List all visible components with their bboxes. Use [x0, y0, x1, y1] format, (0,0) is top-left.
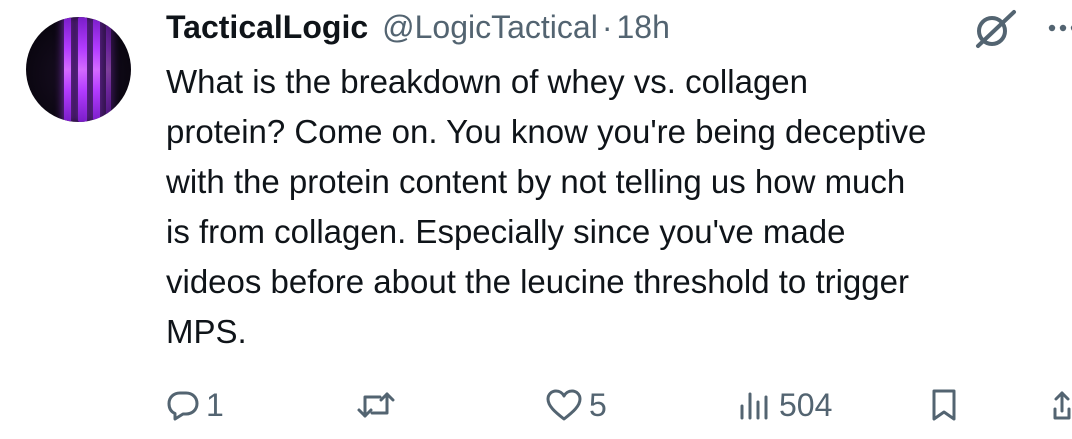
- view-count: 504: [779, 386, 833, 423]
- tweet-actions: 1 5 504: [0, 383, 1072, 427]
- grok-icon[interactable]: [968, 6, 1024, 52]
- repost-button[interactable]: [356, 383, 402, 427]
- reply-icon: [167, 391, 199, 421]
- more-icon[interactable]: [1045, 21, 1072, 35]
- share-button[interactable]: [1052, 383, 1072, 427]
- heart-icon: [546, 389, 582, 421]
- separator-dot: ·: [601, 8, 613, 45]
- views-button[interactable]: 504: [737, 383, 832, 427]
- avatar-light-bar: [78, 17, 87, 122]
- bookmark-button[interactable]: [927, 383, 961, 427]
- views-bar-chart-icon: [740, 392, 768, 420]
- display-name[interactable]: TacticalLogic: [166, 9, 368, 46]
- reply-count: 1: [206, 386, 224, 423]
- avatar-light-bar: [64, 17, 71, 122]
- timestamp[interactable]: 18h: [616, 9, 669, 46]
- avatar-light-bar: [106, 17, 111, 122]
- like-button[interactable]: 5: [545, 383, 607, 427]
- share-icon: [1053, 391, 1071, 420]
- user-handle[interactable]: @LogicTactical: [382, 9, 598, 46]
- reply-button[interactable]: 1: [166, 383, 224, 427]
- like-count: 5: [589, 386, 607, 423]
- repost-icon: [357, 392, 395, 418]
- avatar[interactable]: [26, 17, 131, 122]
- avatar-light-bar: [93, 17, 100, 122]
- tweet-header: TacticalLogic @LogicTactical · 18h: [166, 6, 670, 48]
- tweet-text: What is the breakdown of whey vs. collag…: [166, 63, 927, 350]
- bookmark-icon: [932, 389, 956, 421]
